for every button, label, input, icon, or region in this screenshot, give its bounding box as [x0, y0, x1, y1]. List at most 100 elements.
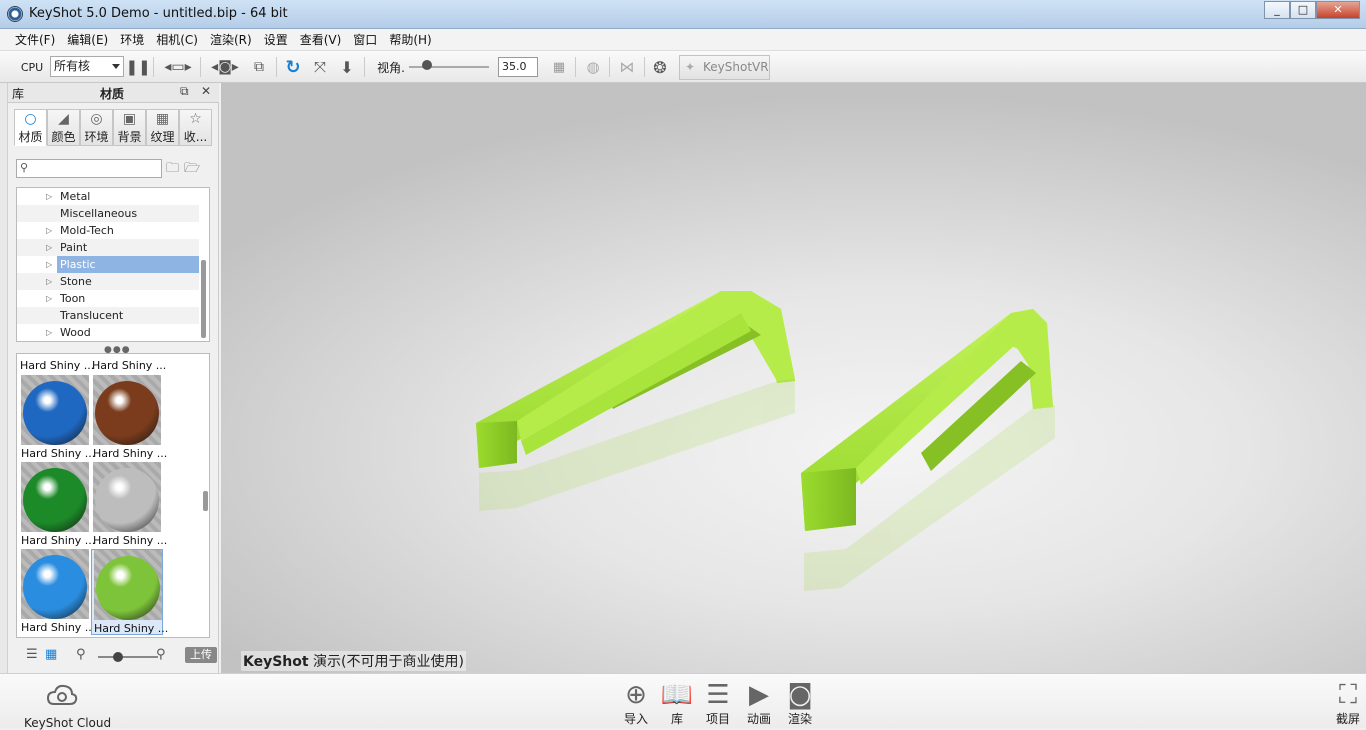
demo-watermark: KeyShot 演示(不可用于商业使用): [241, 651, 466, 671]
tree-scrollbar[interactable]: [201, 260, 206, 338]
expand-arrow-icon[interactable]: ▷: [46, 324, 52, 341]
import-icon: ⊕: [625, 680, 647, 710]
cpu-select[interactable]: 所有核: [50, 56, 124, 77]
3d-model: [476, 291, 1055, 591]
import-button[interactable]: ⊕ 导入: [618, 674, 654, 727]
expand-arrow-icon[interactable]: ▷: [46, 239, 52, 256]
expand-arrow-icon[interactable]: ▷: [46, 290, 52, 307]
camera-icon[interactable]: ◂◙▸: [207, 56, 243, 78]
fit-view-icon[interactable]: ⤧: [309, 56, 331, 78]
pause-icon[interactable]: ❚❚: [125, 56, 150, 78]
tab-environments[interactable]: ◎ 环境: [80, 109, 113, 146]
material-thumbnail-selected[interactable]: Hard Shiny ...: [91, 549, 168, 635]
tab-textures[interactable]: ▦ 纹理: [146, 109, 179, 146]
tab-favorites[interactable]: ☆ 收...: [179, 109, 212, 146]
environment-icon: ◎: [90, 111, 103, 127]
expand-arrow-icon[interactable]: ▷: [46, 273, 52, 290]
expand-arrow-icon[interactable]: ▷: [46, 188, 52, 205]
menu-environment[interactable]: 环境: [114, 30, 150, 50]
library-label: 库: [670, 712, 683, 726]
tree-item[interactable]: Miscellaneous: [17, 205, 199, 222]
maximize-button[interactable]: □: [1290, 1, 1316, 19]
menu-render[interactable]: 渲染(R): [204, 30, 258, 50]
material-thumbnail[interactable]: Hard Shiny ...: [19, 462, 95, 548]
list-view-icon[interactable]: ☰: [26, 647, 38, 662]
grid-view-icon[interactable]: ▦: [45, 647, 57, 662]
zoom-out-icon[interactable]: ⚲: [76, 647, 86, 662]
region-render-icon[interactable]: ❂: [649, 56, 671, 78]
main-toolbar: CPU 所有核 ❚❚ ◂▭▸ ◂◙▸ ⧉ ↻ ⤧ ⬇ 视角. 35.0 ▦ ◍ …: [0, 51, 1366, 83]
thumbnail-size-slider[interactable]: [98, 656, 158, 658]
search-icon: ⚲: [20, 161, 29, 174]
zoom-in-icon[interactable]: ⚲: [156, 647, 166, 662]
project-label: 项目: [705, 712, 730, 726]
material-thumbnail[interactable]: Hard Shiny ...: [91, 462, 167, 548]
close-button[interactable]: ✕: [1316, 1, 1360, 19]
geometry-icon[interactable]: ⋈: [615, 56, 639, 78]
material-thumbnail[interactable]: Hard Shiny ...: [19, 549, 95, 635]
menu-view[interactable]: 查看(V): [294, 30, 348, 50]
move-object-icon[interactable]: ◂▭▸: [161, 56, 195, 78]
menu-window[interactable]: 窗口: [347, 30, 383, 50]
fov-input[interactable]: 35.0: [498, 57, 538, 77]
keyshot-logo-icon: [7, 6, 23, 22]
menu-camera[interactable]: 相机(C): [150, 30, 204, 50]
drop-to-floor-icon[interactable]: ⬇: [336, 56, 358, 78]
undock-icon[interactable]: ⧉: [180, 84, 189, 99]
tab-backplates[interactable]: ▣ 背景: [113, 109, 146, 146]
thumbnail-size-handle[interactable]: [113, 652, 123, 662]
menu-edit[interactable]: 编辑(E): [61, 30, 114, 50]
menu-file[interactable]: 文件(F): [9, 30, 61, 50]
texture-icon: ▦: [155, 111, 170, 127]
tree-item[interactable]: Translucent: [17, 307, 199, 324]
menu-bar: 文件(F) 编辑(E) 环境 相机(C) 渲染(R) 设置 查看(V) 窗口 帮…: [0, 29, 1366, 51]
library-search-input[interactable]: ⚲: [16, 159, 162, 178]
copy-icon[interactable]: ⧉: [248, 56, 270, 78]
toolbar-divider: [364, 57, 365, 77]
menu-settings[interactable]: 设置: [258, 30, 294, 50]
animation-button[interactable]: ▶ 动画: [741, 674, 777, 727]
tab-materials[interactable]: ○ 材质: [14, 109, 47, 146]
cloud-icon[interactable]: [46, 682, 78, 710]
expand-arrow-icon[interactable]: ▷: [46, 256, 52, 273]
performance-icon[interactable]: ◍: [582, 56, 604, 78]
material-thumbnail[interactable]: Hard Shiny ...: [91, 375, 167, 461]
material-ball: [95, 468, 159, 532]
toolbar-divider: [575, 57, 576, 77]
project-button[interactable]: ☰ 项目: [700, 674, 736, 727]
tree-item[interactable]: ▷ Stone: [17, 273, 199, 290]
fov-slider-track[interactable]: [409, 66, 489, 68]
tab-label: 背景: [117, 130, 142, 144]
tab-colors[interactable]: ◢ 颜色: [47, 109, 80, 146]
render-button[interactable]: ◙ 渲染: [782, 674, 818, 727]
close-icon[interactable]: ✕: [201, 84, 211, 98]
resolution-icon[interactable]: ▦: [548, 56, 570, 78]
tree-item-selected[interactable]: ▷ Plastic: [17, 256, 199, 273]
thumbnails-scrollbar[interactable]: [203, 491, 208, 511]
library-tabs: ○ 材质 ◢ 颜色 ◎ 环境 ▣ 背景 ▦ 纹理 ☆ 收...: [14, 109, 212, 146]
materials-icon: ○: [24, 111, 37, 127]
tree-item[interactable]: ▷ Toon: [17, 290, 199, 307]
tree-item[interactable]: ▷ Mold-Tech: [17, 222, 199, 239]
tree-item-label: Translucent: [60, 309, 124, 322]
window-controls: _ □ ✕: [1264, 1, 1360, 19]
reset-icon[interactable]: ↻: [282, 56, 304, 78]
folder-actions: 🗀🗁: [166, 159, 205, 181]
render-viewport[interactable]: KeyShot 演示(不可用于商业使用): [221, 83, 1366, 673]
menu-help[interactable]: 帮助(H): [383, 30, 437, 50]
add-folder-icon[interactable]: 🗀: [166, 161, 184, 176]
tree-item[interactable]: ▷ Metal: [17, 188, 199, 205]
screenshot-button[interactable]: ⛶ 截屏: [1330, 674, 1366, 727]
upload-button[interactable]: 上传: [185, 647, 217, 663]
tree-item[interactable]: ▷ Paint: [17, 239, 199, 256]
library-button[interactable]: 📖 库: [659, 674, 695, 727]
fov-slider-handle[interactable]: [422, 60, 432, 70]
tree-item[interactable]: ▷ Wood: [17, 324, 199, 341]
keyshotvr-button[interactable]: ✦ KeyShotVR: [679, 55, 770, 80]
remove-folder-icon[interactable]: 🗁: [184, 161, 205, 176]
material-thumbnail[interactable]: Hard Shiny ...: [19, 375, 95, 461]
minimize-button[interactable]: _: [1264, 1, 1290, 19]
expand-arrow-icon[interactable]: ▷: [46, 222, 52, 239]
tree-item-label: Stone: [60, 275, 92, 288]
chevron-down-icon: [112, 64, 120, 69]
